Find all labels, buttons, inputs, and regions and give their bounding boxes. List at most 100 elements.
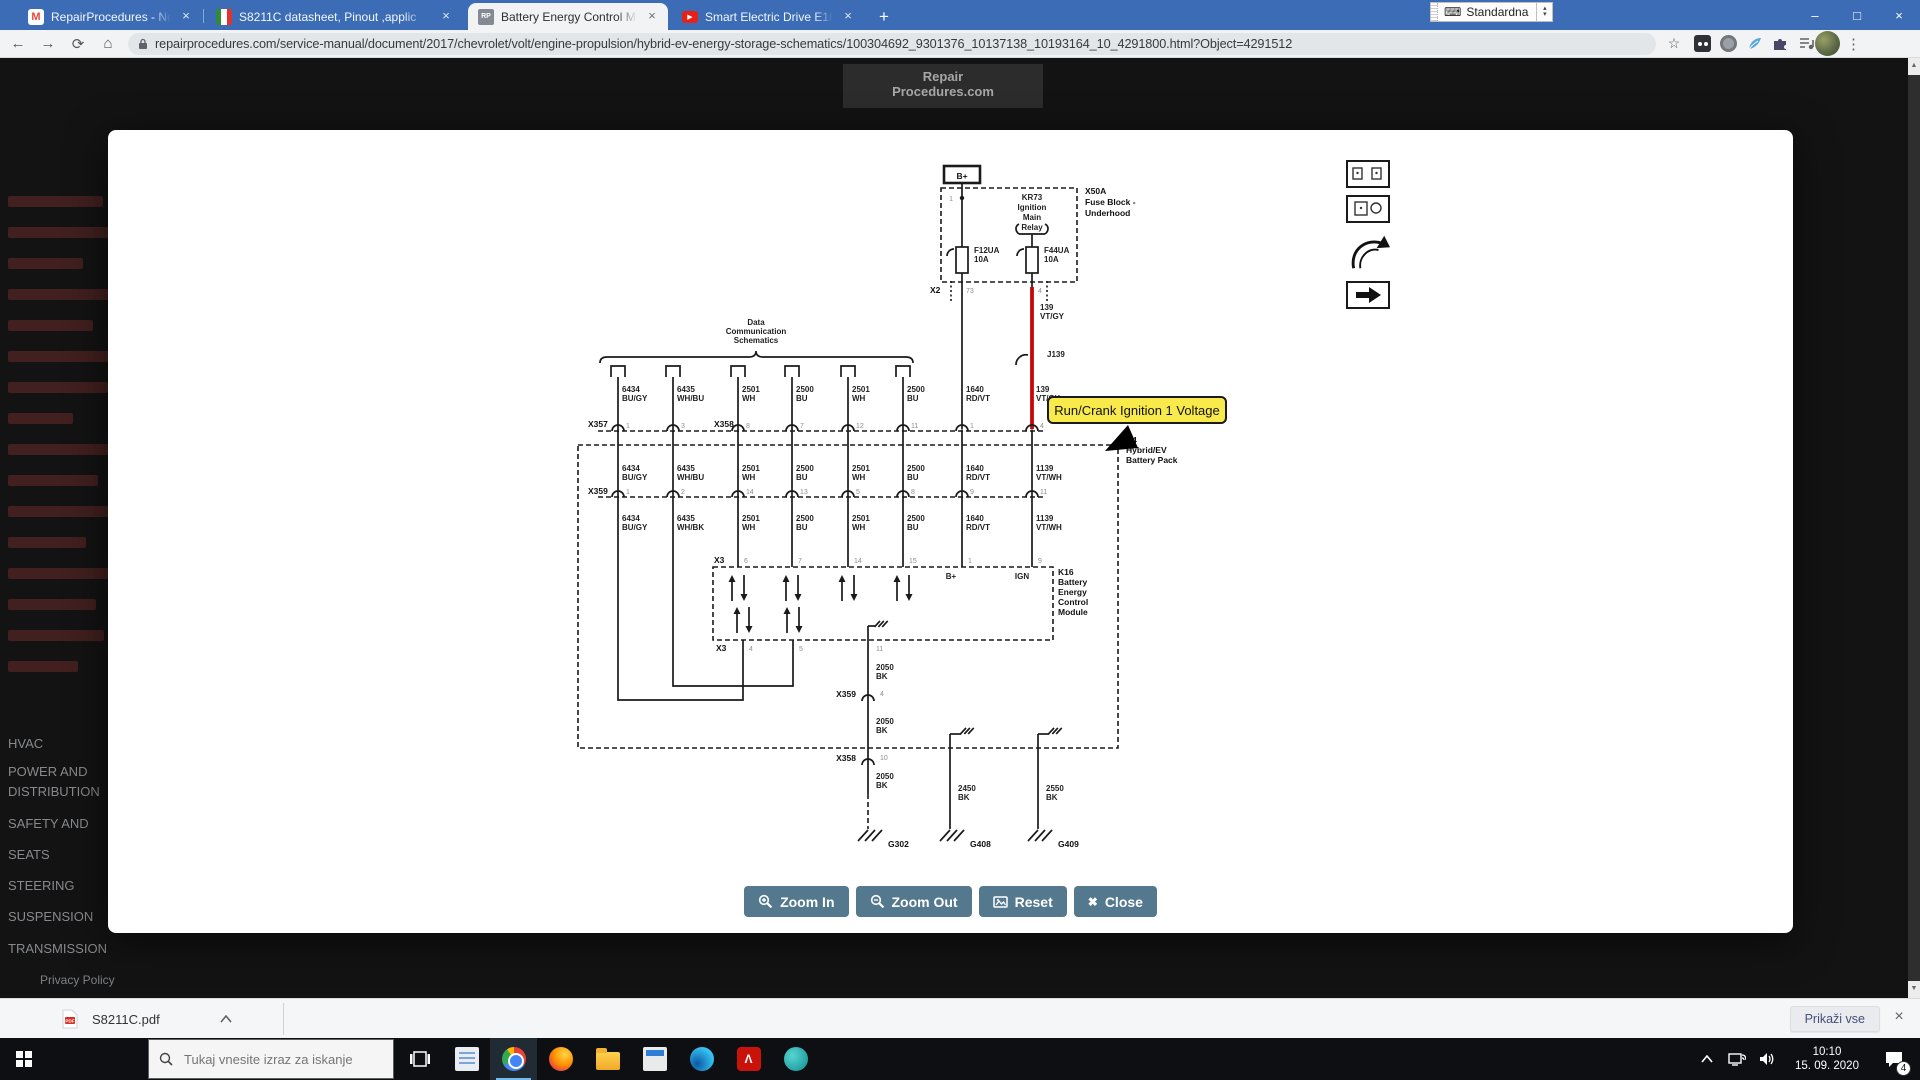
taskbar-search[interactable] [148, 1039, 394, 1079]
svg-text:Control: Control [1058, 597, 1088, 607]
wiring-diagram[interactable]: B+ 1 KR73 Ignition Main Relay F12UA 10A … [108, 130, 1793, 933]
close-modal-button[interactable]: ✖ Close [1074, 886, 1157, 917]
tray-chevron-up-icon[interactable] [1694, 1038, 1720, 1080]
svg-text:2050: 2050 [876, 772, 894, 781]
svg-text:9: 9 [970, 489, 974, 496]
task-view-button[interactable] [396, 1038, 443, 1080]
address-bar[interactable]: repairprocedures.com/service-manual/docu… [128, 33, 1656, 55]
dimmed-page-background: Repair Procedures.com HVAC POWER AND DIS… [0, 58, 1920, 998]
svg-text:WH/BU: WH/BU [677, 473, 704, 482]
home-icon[interactable]: ⌂ [96, 32, 120, 56]
profile-avatar[interactable] [1815, 31, 1840, 56]
svg-text:Battery: Battery [1058, 577, 1088, 587]
spinner-down-icon[interactable]: ▾ [1543, 12, 1547, 18]
taskbar-clock[interactable]: 10:10 15. 09. 2020 [1784, 1045, 1870, 1073]
firefox-taskbar-icon[interactable] [537, 1038, 584, 1080]
svg-text:2500: 2500 [907, 464, 925, 473]
minimize-button[interactable]: – [1794, 0, 1836, 30]
svg-text:1640: 1640 [966, 514, 984, 523]
svg-text:7: 7 [798, 558, 802, 565]
svg-text:Underhood: Underhood [1085, 208, 1130, 218]
puzzle-extension-icon[interactable] [1772, 35, 1789, 52]
svg-text:WH: WH [852, 473, 866, 482]
browser-menu-icon[interactable]: ⋮ [1846, 35, 1861, 53]
bookmark-star-icon[interactable]: ☆ [1662, 32, 1686, 56]
tab-repairprocedures[interactable]: M RepairProcedures - New Subscrip × [18, 3, 202, 30]
system-tray: 10:10 15. 09. 2020 4 [1694, 1038, 1920, 1080]
svg-text:139: 139 [1040, 303, 1054, 312]
volume-icon[interactable] [1754, 1038, 1780, 1080]
zoom-out-button[interactable]: Zoom Out [856, 886, 972, 917]
show-all-downloads-button[interactable]: Prikaži vse [1790, 1006, 1880, 1032]
close-window-button[interactable]: × [1878, 0, 1920, 30]
browser-tab-strip: M RepairProcedures - New Subscrip × S821… [0, 0, 1920, 30]
rotate-arrow-icon[interactable] [1346, 230, 1390, 274]
tab-youtube[interactable]: ▶ Smart Electric Drive E18-2evo Bat × [672, 3, 864, 30]
clock-date: 15. 09. 2020 [1784, 1059, 1870, 1073]
action-center-button[interactable]: 4 [1874, 1038, 1914, 1080]
maximize-button[interactable]: □ [1836, 0, 1878, 30]
close-label: Close [1105, 894, 1143, 910]
network-icon[interactable] [1724, 1038, 1750, 1080]
reload-icon[interactable]: ⟳ [66, 32, 90, 56]
svg-text:IGN: IGN [1015, 572, 1029, 581]
feather-extension-icon[interactable] [1746, 35, 1763, 52]
circle-extension-icon[interactable] [1720, 35, 1737, 52]
sidebar-dim-item [8, 661, 78, 672]
reset-button[interactable]: Reset [979, 886, 1067, 917]
svg-text:9: 9 [1038, 558, 1042, 565]
edge-taskbar-icon[interactable] [678, 1038, 725, 1080]
sidebar-dim-item [8, 320, 93, 331]
connector-view-icon-1[interactable] [1346, 160, 1390, 188]
mouse-cursor-icon [1103, 423, 1141, 453]
tab-battery-energy-control-module[interactable]: RP Battery Energy Control Module P × [468, 3, 668, 30]
svg-text:2: 2 [681, 489, 685, 496]
scroll-down-arrow[interactable]: ▼ [1908, 981, 1920, 998]
svg-text:X2: X2 [930, 285, 941, 295]
store-app-icon[interactable] [631, 1038, 678, 1080]
chrome-taskbar-icon[interactable] [490, 1038, 537, 1080]
svg-text:1: 1 [970, 423, 974, 430]
zoom-in-button[interactable]: Zoom In [744, 886, 848, 917]
reset-image-icon [993, 895, 1008, 909]
chevron-up-icon[interactable] [220, 1015, 232, 1023]
forward-icon[interactable]: → [36, 32, 60, 56]
youtube-favicon: ▶ [682, 9, 698, 25]
tab-close-icon[interactable]: × [438, 9, 454, 25]
tab-datasheet[interactable]: S8211C datasheet, Pinout ,applic × [206, 3, 462, 30]
teal-app-icon[interactable] [772, 1038, 819, 1080]
notification-badge: 4 [1896, 1061, 1911, 1076]
keyboard-language-label: Standardna [1466, 5, 1528, 19]
download-item-chip[interactable]: PDF S8211C.pdf [62, 999, 232, 1039]
start-button[interactable] [0, 1038, 48, 1080]
new-tab-button[interactable]: + [872, 5, 896, 29]
tampermonkey-extension-icon[interactable] [1694, 35, 1711, 52]
file-explorer-icon[interactable] [584, 1038, 631, 1080]
tab-close-icon[interactable]: × [840, 9, 856, 25]
search-input[interactable] [182, 1051, 372, 1068]
svg-text:5: 5 [856, 489, 860, 496]
svg-text:1640: 1640 [966, 385, 984, 394]
tab-close-icon[interactable]: × [644, 9, 660, 25]
keyboard-language-badge[interactable]: ⌨ Standardna ▴ ▾ [1430, 2, 1553, 22]
site-logo-line1: Repair [843, 69, 1043, 84]
keyboard-spinner[interactable]: ▴ ▾ [1536, 2, 1552, 22]
next-arrow-icon[interactable] [1346, 281, 1390, 309]
svg-text:11: 11 [876, 646, 883, 653]
svg-text:BU: BU [907, 523, 919, 532]
svg-text:6434: 6434 [622, 514, 640, 523]
document-app-icon[interactable] [443, 1038, 490, 1080]
tab-title: Battery Energy Control Module P [501, 10, 637, 24]
back-icon[interactable]: ← [6, 32, 30, 56]
close-download-shelf-icon[interactable]: × [1888, 1008, 1910, 1026]
svg-text:Relay: Relay [1021, 223, 1043, 232]
scroll-up-arrow[interactable]: ▲ [1908, 58, 1920, 75]
playlist-extension-icon[interactable] [1798, 35, 1815, 52]
connector-view-icon-2[interactable] [1346, 195, 1390, 223]
svg-text:X357: X357 [588, 419, 608, 429]
adobe-reader-icon[interactable]: Λ [725, 1038, 772, 1080]
tab-close-icon[interactable]: × [178, 9, 194, 25]
page-scrollbar[interactable]: ▲ ▼ [1908, 58, 1920, 998]
svg-text:X358: X358 [714, 419, 734, 429]
svg-text:G302: G302 [888, 839, 909, 849]
